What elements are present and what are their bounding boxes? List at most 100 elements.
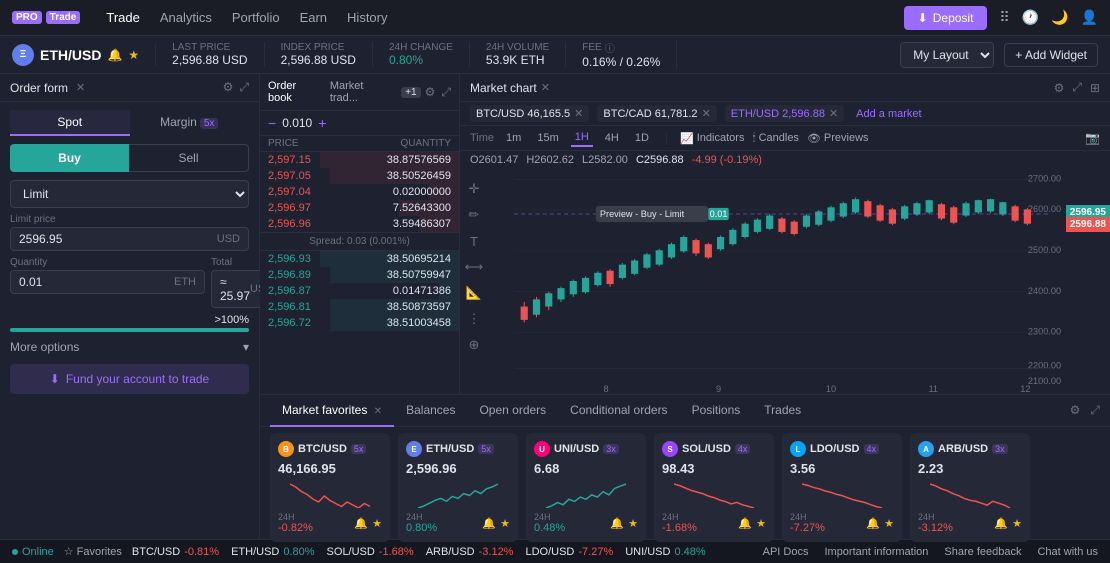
qty-input[interactable] bbox=[19, 275, 174, 289]
indicators-button[interactable]: 📈 Indicators bbox=[680, 132, 744, 145]
ob-buy-row[interactable]: 2,596.72 38.51003458 bbox=[260, 315, 459, 331]
ticker-item[interactable]: SOL/USD-1.68% bbox=[327, 546, 414, 558]
fav-star-icon[interactable]: ★ bbox=[756, 517, 766, 530]
ob-buy-row[interactable]: 2,596.81 38.50873597 bbox=[260, 299, 459, 315]
asset-pair[interactable]: Ξ ETH/USD 🔔 ★ bbox=[12, 44, 156, 66]
spread-minus-button[interactable]: − bbox=[268, 115, 276, 131]
tab-open-orders[interactable]: Open orders bbox=[467, 395, 558, 427]
magnet-tool[interactable]: ⊕ bbox=[464, 335, 484, 355]
time-1h[interactable]: 1H bbox=[571, 129, 593, 147]
time-1d[interactable]: 1D bbox=[631, 130, 653, 146]
add-market-button[interactable]: Add a market bbox=[856, 108, 921, 120]
tab-conditional-orders[interactable]: Conditional orders bbox=[558, 395, 679, 427]
ob-sell-row[interactable]: 2,597.05 38.50526459 bbox=[260, 168, 459, 184]
text-tool[interactable]: T bbox=[464, 231, 484, 251]
settings-icon-ob[interactable]: ⚙ bbox=[425, 85, 436, 99]
chart-tab-btccad[interactable]: BTC/CAD 61,781.2 ✕ bbox=[597, 105, 716, 122]
bottom-settings-icon[interactable]: ⚙ bbox=[1070, 403, 1081, 418]
bottom-expand-icon[interactable]: ⤢ bbox=[1090, 403, 1100, 418]
more-tools[interactable]: ⋮ bbox=[464, 309, 484, 329]
fav-star-icon[interactable]: ★ bbox=[628, 517, 638, 530]
fav-star-icon[interactable]: ★ bbox=[1012, 517, 1022, 530]
ticker-item[interactable]: BTC/USD-0.81% bbox=[132, 546, 219, 558]
expand-icon[interactable]: ⤢ bbox=[239, 80, 249, 95]
ethusd-close-icon[interactable]: ✕ bbox=[829, 107, 838, 120]
ticker-item[interactable]: ARB/USD-3.12% bbox=[426, 546, 514, 558]
ob-sell-row[interactable]: 2,597.15 38.87576569 bbox=[260, 152, 459, 168]
fav-bell-icon[interactable]: 🔔 bbox=[738, 517, 752, 530]
favorites-link[interactable]: ☆ Favorites bbox=[64, 545, 122, 558]
nav-portfolio[interactable]: Portfolio bbox=[222, 10, 290, 25]
tab-positions[interactable]: Positions bbox=[680, 395, 753, 427]
fav-card[interactable]: L LDO/USD 4x 3.56 24H -7.27% 🔔 ★ bbox=[782, 433, 902, 542]
ticker-item[interactable]: LDO/USD-7.27% bbox=[525, 546, 613, 558]
fav-bell-icon[interactable]: 🔔 bbox=[610, 517, 624, 530]
ticker-item[interactable]: UNI/USD0.48% bbox=[625, 546, 705, 558]
buy-button[interactable]: Buy bbox=[10, 144, 129, 172]
chart-close[interactable]: ✕ bbox=[541, 81, 550, 94]
sell-button[interactable]: Sell bbox=[129, 144, 249, 172]
fav-star-icon[interactable]: ★ bbox=[372, 517, 382, 530]
ob-sell-row[interactable]: 2,597.04 0.02000000 bbox=[260, 184, 459, 200]
ticker-item[interactable]: ETH/USD0.80% bbox=[231, 546, 314, 558]
more-tabs-badge[interactable]: +1 bbox=[401, 87, 420, 98]
spot-tab[interactable]: Spot bbox=[10, 110, 130, 136]
more-options[interactable]: More options ▾ bbox=[10, 340, 249, 354]
fav-card[interactable]: E ETH/USD 5x 2,596.96 24H 0.80% 🔔 ★ bbox=[398, 433, 518, 542]
nav-trade[interactable]: Trade bbox=[96, 10, 149, 25]
measure-tool[interactable]: ⟷ bbox=[464, 257, 484, 277]
btcusd-close-icon[interactable]: ✕ bbox=[574, 107, 583, 120]
nav-analytics[interactable]: Analytics bbox=[150, 10, 222, 25]
layout-select[interactable]: My Layout bbox=[900, 42, 994, 68]
ob-tab-book[interactable]: Order book bbox=[268, 80, 322, 104]
fee-info-icon[interactable]: ⓘ bbox=[605, 40, 615, 55]
margin-tab[interactable]: Margin5x bbox=[130, 110, 250, 136]
fund-account-button[interactable]: ⬇ Fund your account to trade bbox=[10, 364, 249, 394]
deposit-button[interactable]: ⬇ Deposit bbox=[904, 6, 988, 30]
ob-sell-row[interactable]: 2,596.96 3.59486307 bbox=[260, 216, 459, 232]
tab-trades[interactable]: Trades bbox=[752, 395, 813, 427]
fav-card[interactable]: A ARB/USD 3x 2.23 24H -3.12% 🔔 ★ bbox=[910, 433, 1030, 542]
tab-balances[interactable]: Balances bbox=[394, 395, 467, 427]
time-1m[interactable]: 1m bbox=[502, 130, 525, 146]
order-type-select[interactable]: Limit bbox=[10, 180, 249, 208]
fav-star-icon[interactable]: ★ bbox=[500, 517, 510, 530]
btccad-close-icon[interactable]: ✕ bbox=[702, 107, 711, 120]
status-link[interactable]: Share feedback bbox=[944, 546, 1021, 558]
fav-bell-icon[interactable]: 🔔 bbox=[994, 517, 1008, 530]
moon-icon[interactable]: 🌙 bbox=[1051, 9, 1068, 26]
expand-icon-ob[interactable]: ⤢ bbox=[441, 85, 451, 100]
add-widget-button[interactable]: + Add Widget bbox=[1004, 43, 1098, 67]
chart-expand-icon[interactable]: ⤢ bbox=[1072, 80, 1082, 95]
pen-tool[interactable]: ✏ bbox=[464, 205, 484, 225]
time-4h[interactable]: 4H bbox=[601, 130, 623, 146]
order-form-close[interactable]: ✕ bbox=[76, 81, 85, 94]
chart-grid-icon[interactable]: ⊞ bbox=[1090, 81, 1100, 95]
market-trades-tab[interactable]: Market trad... bbox=[330, 80, 393, 104]
candles-button[interactable]: 🕯 Candles bbox=[752, 132, 798, 145]
apps-icon[interactable]: ⠿ bbox=[999, 9, 1009, 26]
spread-plus-button[interactable]: + bbox=[318, 115, 326, 131]
chart-tab-btcusd[interactable]: BTC/USD 46,165.5 ✕ bbox=[470, 105, 589, 122]
chart-settings-icon[interactable]: ⚙ bbox=[1054, 81, 1065, 95]
fav-card[interactable]: B BTC/USD 5x 46,166.95 24H -0.82% 🔔 ★ bbox=[270, 433, 390, 542]
fav-bell-icon[interactable]: 🔔 bbox=[482, 517, 496, 530]
user-icon[interactable]: 👤 bbox=[1081, 9, 1098, 26]
ob-buy-row[interactable]: 2,596.89 38.50759947 bbox=[260, 267, 459, 283]
chart-tab-ethusd[interactable]: ETH/USD 2,596.88 ✕ bbox=[725, 105, 844, 122]
nav-earn[interactable]: Earn bbox=[290, 10, 337, 25]
fav-star-icon[interactable]: ★ bbox=[884, 517, 894, 530]
nav-history[interactable]: History bbox=[337, 10, 397, 25]
tab-market-favorites[interactable]: Market favorites ✕ bbox=[270, 395, 394, 427]
fav-bell-icon[interactable]: 🔔 bbox=[354, 517, 368, 530]
ob-buy-row[interactable]: 2,596.87 0.01471386 bbox=[260, 283, 459, 299]
fav-card[interactable]: S SOL/USD 4x 98.43 24H -1.68% 🔔 ★ bbox=[654, 433, 774, 542]
camera-icon[interactable]: 📷 bbox=[1085, 131, 1100, 145]
ob-buy-row[interactable]: 2,596.93 38.50695214 bbox=[260, 251, 459, 267]
previews-button[interactable]: 👁 Previews bbox=[807, 132, 869, 145]
clock-icon[interactable]: 🕐 bbox=[1022, 9, 1039, 26]
fav-bell-icon[interactable]: 🔔 bbox=[866, 517, 880, 530]
ob-sell-row[interactable]: 2,596.97 7.52643300 bbox=[260, 200, 459, 216]
settings-icon[interactable]: ⚙ bbox=[223, 80, 234, 95]
bell-icon[interactable]: 🔔 bbox=[107, 48, 122, 62]
